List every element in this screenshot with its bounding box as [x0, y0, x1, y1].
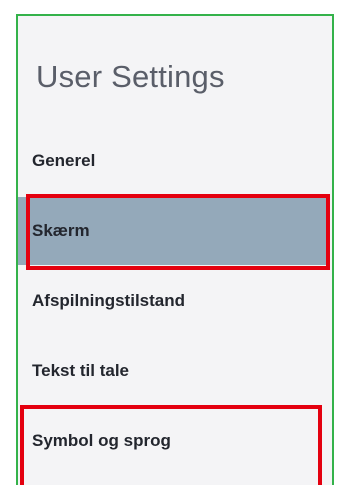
- menu-item-tekst-til-tale[interactable]: Tekst til tale: [18, 337, 330, 405]
- settings-sidebar: User Settings Generel Skærm Afspilningst…: [16, 14, 334, 485]
- menu-item-symbol-og-sprog[interactable]: Symbol og sprog: [18, 407, 330, 475]
- menu-item-generel[interactable]: Generel: [18, 127, 330, 195]
- menu-item-label: Skærm: [32, 221, 90, 240]
- menu-item-label: Symbol og sprog: [32, 431, 171, 450]
- menu-item-label: Afspilningstilstand: [32, 291, 185, 310]
- menu-item-label: Tekst til tale: [32, 361, 129, 380]
- menu-item-skaerm[interactable]: Skærm: [18, 197, 330, 265]
- page-title: User Settings: [36, 59, 225, 94]
- menu-item-afspilningstilstand[interactable]: Afspilningstilstand: [18, 267, 330, 335]
- menu-item-label: Generel: [32, 151, 96, 170]
